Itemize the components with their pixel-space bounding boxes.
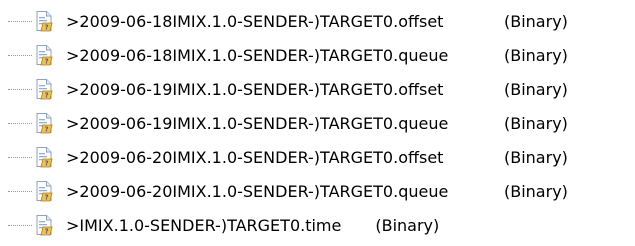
tree-item-name: >2009-06-18IMIX.1.0-SENDER-)TARGET0.offs… (66, 11, 444, 31)
tree-item[interactable]: ? >2009-06-18IMIX.1.0-SENDER-)TARGET0.of… (0, 4, 635, 38)
tree-item-type: (Binary) (504, 181, 568, 201)
tree-item-name: >2009-06-20IMIX.1.0-SENDER-)TARGET0.queu… (66, 181, 449, 201)
svg-text:?: ? (45, 159, 49, 167)
tree-connector (0, 106, 34, 140)
tree-connector (0, 38, 34, 72)
tree-connector (0, 140, 34, 174)
tree-connector (0, 174, 34, 208)
tree-item-name: >IMIX.1.0-SENDER-)TARGET0.time (66, 215, 342, 235)
binary-file-icon: ? (36, 11, 53, 32)
tree-connector (0, 72, 34, 106)
tree-item[interactable]: ? >2009-06-19IMIX.1.0-SENDER-)TARGET0.of… (0, 72, 635, 106)
binary-file-icon: ? (36, 181, 53, 202)
tree-item[interactable]: ? >2009-06-19IMIX.1.0-SENDER-)TARGET0.qu… (0, 106, 635, 140)
tree-item-type: (Binary) (375, 215, 440, 235)
file-tree: ? >2009-06-18IMIX.1.0-SENDER-)TARGET0.of… (0, 0, 635, 242)
binary-file-icon: ? (36, 79, 53, 100)
tree-connector (0, 208, 34, 242)
tree-item-type: (Binary) (504, 113, 568, 133)
tree-item-type: (Binary) (504, 45, 568, 65)
svg-text:?: ? (45, 57, 49, 65)
svg-text:?: ? (45, 91, 49, 99)
binary-file-icon: ? (36, 45, 53, 66)
tree-item-name: >2009-06-20IMIX.1.0-SENDER-)TARGET0.offs… (66, 147, 444, 167)
tree-item-type: (Binary) (504, 147, 568, 167)
tree-item-type: (Binary) (504, 11, 568, 31)
tree-item[interactable]: ? >2009-06-18IMIX.1.0-SENDER-)TARGET0.qu… (0, 38, 635, 72)
tree-item[interactable]: ? >2009-06-20IMIX.1.0-SENDER-)TARGET0.of… (0, 140, 635, 174)
tree-item-type: (Binary) (504, 79, 568, 99)
svg-text:?: ? (45, 23, 49, 31)
tree-connector (0, 4, 34, 38)
svg-text:?: ? (45, 193, 49, 201)
tree-item-name: >2009-06-19IMIX.1.0-SENDER-)TARGET0.queu… (66, 113, 449, 133)
tree-item-name: >2009-06-19IMIX.1.0-SENDER-)TARGET0.offs… (66, 79, 444, 99)
tree-item[interactable]: ? >2009-06-20IMIX.1.0-SENDER-)TARGET0.qu… (0, 174, 635, 208)
tree-item[interactable]: ? >IMIX.1.0-SENDER-)TARGET0.time (Binary… (0, 208, 635, 242)
svg-text:?: ? (45, 125, 49, 133)
binary-file-icon: ? (36, 147, 53, 168)
binary-file-icon: ? (36, 215, 53, 236)
binary-file-icon: ? (36, 113, 53, 134)
tree-item-name: >2009-06-18IMIX.1.0-SENDER-)TARGET0.queu… (66, 45, 449, 65)
svg-text:?: ? (45, 227, 49, 235)
